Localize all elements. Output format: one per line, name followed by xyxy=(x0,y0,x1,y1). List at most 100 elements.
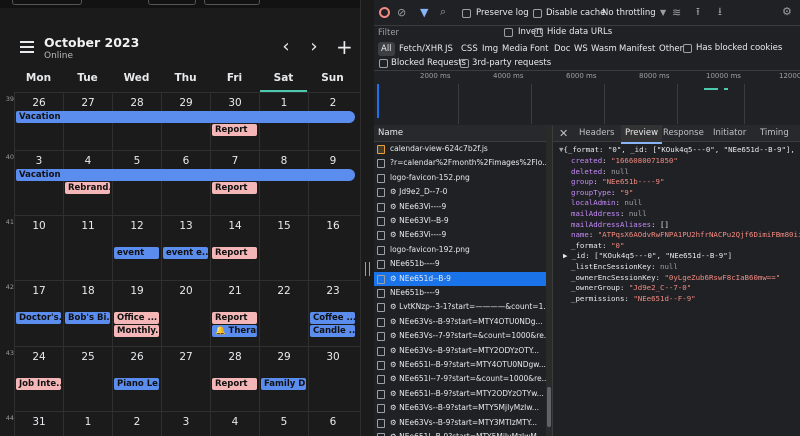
request-row[interactable]: ⚙ NEe651l--7-9?start=&count=1000&re... xyxy=(374,372,546,386)
request-row[interactable]: ⚙ NEe63Vs--B-9?start=MTY2ODYzOTY... xyxy=(374,344,546,358)
day-cell[interactable]: 3 xyxy=(161,412,210,436)
request-row[interactable]: ?r=calendar%2Fmonth%2Fimages%2Flo... xyxy=(374,156,546,170)
day-cell[interactable]: 6 xyxy=(308,412,357,436)
filter-type-wasm[interactable]: Wasm xyxy=(588,42,620,56)
drag-handle-icon[interactable] xyxy=(365,262,370,276)
filter-type-media[interactable]: Media xyxy=(499,42,531,56)
filter-type-js[interactable]: JS xyxy=(442,42,456,56)
name-column-header[interactable]: Name xyxy=(378,128,403,138)
event-chip[interactable]: Rebrand... xyxy=(65,182,110,194)
request-row[interactable]: ⚙ NEe63Vs--7-9?start=&count=1000&re... xyxy=(374,329,546,343)
day-cell[interactable]: 25 xyxy=(63,347,112,411)
record-icon[interactable] xyxy=(379,7,390,18)
import-har-icon[interactable]: ⭱ xyxy=(696,5,700,19)
top-button[interactable] xyxy=(148,0,196,5)
filter-input[interactable]: Filter xyxy=(378,28,399,38)
invert-checkbox[interactable] xyxy=(504,28,513,37)
request-row[interactable]: ⚙ NEe63Vs--B-9?start=MTY4OTU0NDg... xyxy=(374,315,546,329)
request-row[interactable]: ⚙ NEe63Vi----9 xyxy=(374,200,546,214)
json-root-line[interactable]: ▼{_format: "0", _id: ["KOuk4q5---0", "NE… xyxy=(559,145,800,156)
tab-initiator[interactable]: Initiator xyxy=(713,125,746,142)
request-row[interactable]: NEe651b----9 xyxy=(374,286,546,300)
event-chip[interactable]: Report xyxy=(212,247,257,259)
clear-icon[interactable]: ⊘ xyxy=(397,6,406,20)
request-row[interactable]: ⚙ NEe651d--B-9 xyxy=(374,271,546,286)
third-party-checkbox[interactable] xyxy=(460,59,469,68)
request-row[interactable]: ⚙ Jd9e2_D--7-0 xyxy=(374,185,546,199)
day-cell[interactable]: 20 xyxy=(161,281,210,346)
close-icon[interactable]: ✕ xyxy=(559,127,568,141)
day-cell[interactable]: 1 xyxy=(63,412,112,436)
request-row[interactable]: ⚙ NEe63Vs--B-9?start=MTY5MjIyMzIw... xyxy=(374,401,546,415)
tab-timing[interactable]: Timing xyxy=(760,125,789,142)
preserve-log-checkbox[interactable] xyxy=(462,9,471,18)
request-row[interactable]: ⚙ LvtKNzp--3-1?start=————&count=1... xyxy=(374,300,546,314)
request-row[interactable]: logo-favicon-192.png xyxy=(374,243,546,257)
request-row[interactable]: ⚙ NEe651l--B-9?start=MTY2ODYzOTYw... xyxy=(374,387,546,401)
event-chip[interactable]: Bob's Bi... xyxy=(65,312,110,324)
event-chip[interactable]: Report xyxy=(212,312,257,324)
request-row[interactable]: calendar-view-624c7b2f.js xyxy=(374,142,546,156)
request-row[interactable]: ⚙ NEe651l--B-9?start=MTY4OTU0NDgw... xyxy=(374,358,546,372)
day-cell[interactable]: 5 xyxy=(259,412,308,436)
network-conditions-icon[interactable]: ≋ xyxy=(672,6,681,20)
event-chip[interactable]: Doctor's... xyxy=(16,312,61,324)
event-chip[interactable]: Vacation xyxy=(16,111,355,123)
filter-icon[interactable]: ▼ xyxy=(420,6,428,20)
hamburger-menu-icon[interactable] xyxy=(20,41,34,53)
filter-type-other[interactable]: Other xyxy=(656,42,686,56)
blocked-requests-checkbox[interactable] xyxy=(379,59,388,68)
filter-type-all[interactable]: All xyxy=(378,42,395,56)
tab-response[interactable]: Response xyxy=(663,125,704,142)
day-cell[interactable]: 3 xyxy=(14,151,63,215)
day-cell[interactable]: 8 xyxy=(259,151,308,215)
top-button[interactable] xyxy=(204,0,260,5)
day-cell[interactable]: 4 xyxy=(210,412,259,436)
request-row[interactable]: logo-favicon-152.png xyxy=(374,171,546,185)
day-cell[interactable]: 31 xyxy=(14,412,63,436)
search-icon[interactable]: ⌕ xyxy=(440,5,446,19)
filter-type-css[interactable]: CSS xyxy=(458,42,481,56)
request-row[interactable]: NEe651b----9 xyxy=(374,257,546,271)
event-chip[interactable]: event e... xyxy=(163,247,208,259)
event-chip[interactable]: Job Inte... xyxy=(16,378,61,390)
filter-type-manifest[interactable]: Manifest xyxy=(616,42,658,56)
day-cell[interactable]: 15 xyxy=(259,216,308,280)
tab-headers[interactable]: Headers xyxy=(579,125,614,142)
tab-preview[interactable]: Preview xyxy=(621,125,663,144)
request-row[interactable]: ⚙ NEe63Vl--B-9 xyxy=(374,214,546,228)
next-month-button[interactable]: › xyxy=(306,38,322,58)
day-cell[interactable]: 10 xyxy=(14,216,63,280)
add-event-button[interactable]: + xyxy=(336,37,353,58)
event-chip[interactable]: Coffee ... xyxy=(310,312,355,324)
request-row[interactable]: ⚙ NEe63Vs--B-9?start=MTY3MTIzMTY... xyxy=(374,416,546,430)
day-cell[interactable]: 22 xyxy=(259,281,308,346)
filter-type-font[interactable]: Font xyxy=(527,42,552,56)
disable-cache-checkbox[interactable] xyxy=(533,9,542,18)
scrollbar-thumb[interactable] xyxy=(547,387,551,427)
event-chip[interactable]: Piano Le... xyxy=(114,378,159,390)
event-chip[interactable]: Report xyxy=(212,182,257,194)
export-har-icon[interactable]: ⭳ xyxy=(718,5,722,19)
top-button[interactable] xyxy=(12,0,82,5)
pane-splitter[interactable] xyxy=(360,0,374,436)
json-property[interactable]: ▶ _id: ["KOuk4q5---0", "NEe651d--B-9"] xyxy=(563,251,800,262)
filter-type-img[interactable]: Img xyxy=(479,42,501,56)
request-row[interactable]: ⚙ NEe63Vi----9 xyxy=(374,228,546,242)
event-chip[interactable]: Office ... xyxy=(114,312,159,324)
event-chip[interactable]: Report xyxy=(212,124,257,136)
throttling-select[interactable]: No throttling xyxy=(602,8,656,18)
event-chip[interactable]: Candle ... xyxy=(310,325,355,337)
event-chip[interactable]: 🔔 Therapy... xyxy=(212,325,257,337)
day-cell[interactable]: 9 xyxy=(308,151,357,215)
day-cell[interactable]: 6 xyxy=(161,151,210,215)
settings-gear-icon[interactable]: ⚙ xyxy=(782,5,792,19)
event-chip[interactable]: Report xyxy=(212,378,257,390)
day-cell[interactable]: 30 xyxy=(308,347,357,411)
day-cell[interactable]: 11 xyxy=(63,216,112,280)
day-cell[interactable]: 2 xyxy=(112,412,161,436)
event-chip[interactable]: Vacation xyxy=(16,169,355,181)
hide-data-urls-checkbox[interactable] xyxy=(534,28,543,37)
day-cell[interactable]: 5 xyxy=(112,151,161,215)
previous-month-button[interactable]: ‹ xyxy=(278,38,294,58)
